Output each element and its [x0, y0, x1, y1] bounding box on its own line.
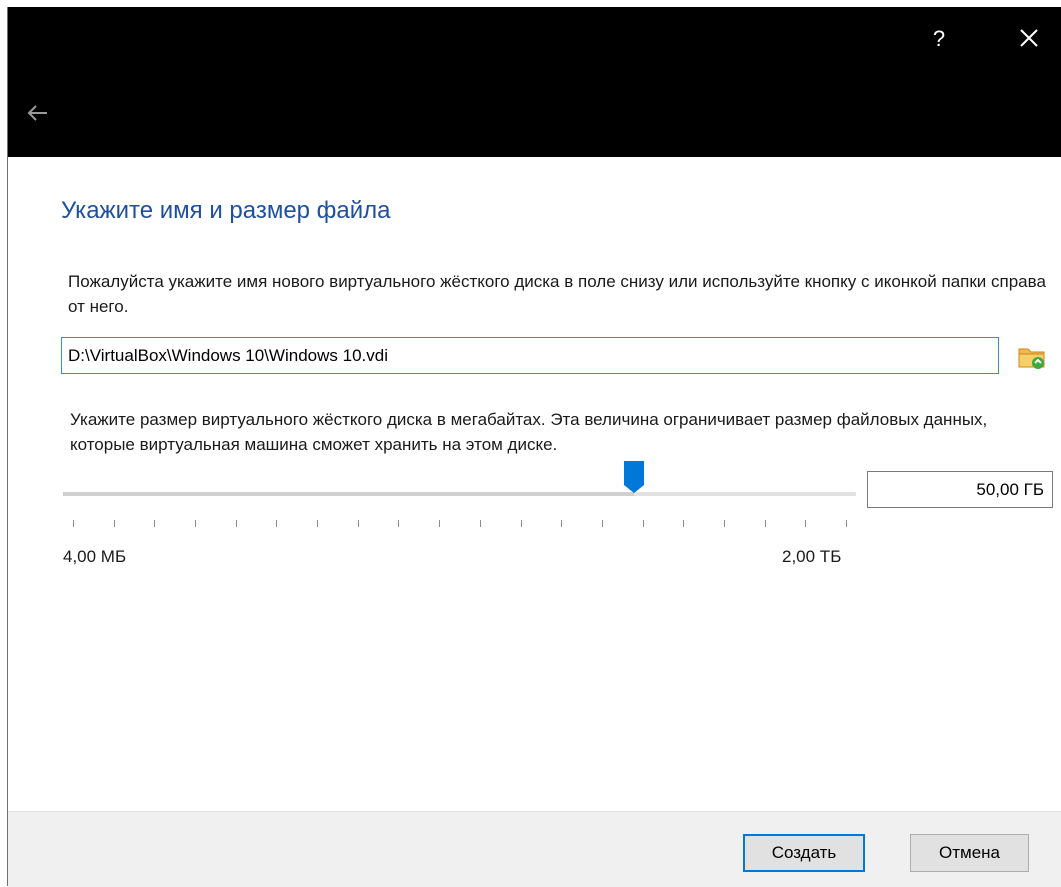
page-title: Укажите имя и размер файла: [61, 197, 391, 224]
slider-tick: [683, 520, 685, 527]
cancel-button[interactable]: Отмена: [910, 834, 1029, 872]
slider-tick: [276, 520, 278, 527]
max-size-label: 2,00 ТБ: [782, 547, 842, 566]
slider-tick: [235, 520, 237, 527]
folder-browse-icon: [1018, 348, 1045, 369]
disk-size-description: Укажите размер виртуального жёсткого дис…: [70, 410, 988, 454]
slider-tick: [357, 520, 359, 527]
dialog-footer: Создать Отмена: [8, 811, 1061, 887]
slider-tick: [73, 520, 74, 527]
slider-tick: [479, 520, 481, 527]
slider-tick: [846, 520, 847, 527]
slider-tick: [154, 520, 156, 527]
create-virtual-disk-dialog: ? Укажите имя и размер файла Пожалуйста …: [7, 7, 1061, 887]
back-button[interactable]: [25, 101, 51, 125]
slider-tick: [520, 520, 522, 527]
close-icon: [1020, 29, 1038, 47]
create-button[interactable]: Создать: [743, 834, 865, 872]
disk-size-input[interactable]: [867, 471, 1053, 508]
disk-size-slider-thumb[interactable]: [623, 460, 645, 494]
file-path-input[interactable]: [61, 337, 999, 374]
slider-tick: [439, 520, 441, 527]
slider-tick: [398, 520, 400, 527]
slider-tick: [113, 520, 115, 527]
slider-tick: [601, 520, 603, 527]
help-button[interactable]: ?: [925, 24, 953, 54]
slider-tick: [642, 520, 644, 527]
slider-tick: [561, 520, 563, 527]
slider-tick-marks: [8, 520, 1061, 530]
slider-tick: [805, 520, 807, 527]
min-size-label: 4,00 МБ: [63, 547, 127, 566]
file-location-description: Пожалуйста укажите имя нового виртуально…: [68, 272, 1046, 316]
slider-tick: [317, 520, 319, 527]
slider-tick: [195, 520, 197, 527]
disk-size-slider-fill: [63, 492, 634, 496]
browse-folder-button[interactable]: [1017, 343, 1047, 371]
slider-tick: [764, 520, 766, 527]
back-arrow-icon: [27, 105, 47, 121]
disk-size-slider-track[interactable]: [63, 492, 856, 496]
close-button[interactable]: [1011, 20, 1047, 56]
slider-tick: [723, 520, 725, 527]
title-bar: ?: [8, 7, 1061, 157]
